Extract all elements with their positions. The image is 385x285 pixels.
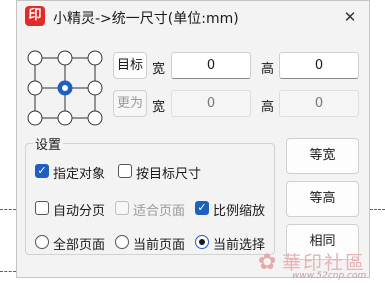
app-logo-icon: 印 (25, 6, 45, 26)
change-to-button[interactable]: 更为 (113, 90, 147, 117)
guide-line-right (370, 209, 385, 210)
proportional-scale-checkbox[interactable]: ✓ (195, 201, 209, 215)
specified-object-checkbox[interactable]: ✓ (35, 164, 49, 178)
all-pages-label[interactable]: 全部页面 (53, 234, 111, 253)
target-height-input[interactable]: 0 (279, 52, 359, 79)
site-watermark: ✿ 華印社區 www.52cnp.com (254, 248, 382, 284)
current-page-radio[interactable] (115, 235, 129, 249)
watermark-logo-icon: ✿ (258, 250, 277, 275)
anchor-bottom-left[interactable] (27, 110, 43, 126)
anchor-bottom-right[interactable] (87, 110, 103, 126)
all-pages-radio[interactable] (35, 235, 49, 249)
equal-width-button[interactable]: 等宽 (286, 138, 359, 174)
close-button[interactable]: ✕ (335, 3, 365, 31)
settings-group-title: 设置 (33, 134, 64, 153)
anchor-center-selected[interactable] (57, 80, 73, 96)
target-width-label: 宽 (152, 62, 166, 77)
fit-page-checkbox[interactable] (115, 201, 129, 215)
change-height-label: 高 (261, 100, 275, 115)
unify-size-dialog: 印 小精灵->统一尺寸(单位:mm) ✕ 目标 宽 0 高 0 更为 宽 0 高… (16, 0, 370, 278)
auto-paging-checkbox[interactable] (35, 201, 49, 215)
auto-paging-label[interactable]: 自动分页 (53, 200, 111, 219)
by-target-size-checkbox[interactable] (118, 164, 132, 178)
watermark-url: www.52cnp.com (292, 271, 367, 281)
title-bar: 印 小精灵->统一尺寸(单位:mm) ✕ (17, 1, 369, 33)
anchor-middle-right[interactable] (87, 80, 103, 96)
fit-page-label[interactable]: 适合页面 (133, 200, 191, 219)
anchor-middle-left[interactable] (27, 80, 43, 96)
anchor-top-left[interactable] (27, 50, 43, 66)
current-selection-radio[interactable] (195, 235, 209, 249)
target-height-label: 高 (261, 62, 275, 77)
alignment-anchor-grid (25, 48, 105, 128)
specified-object-label[interactable]: 指定对象 (53, 163, 115, 182)
anchor-bottom-center[interactable] (57, 110, 73, 126)
equal-height-button[interactable]: 等高 (286, 181, 359, 217)
change-width-label: 宽 (152, 100, 166, 115)
proportional-scale-label[interactable]: 比例缩放 (213, 200, 273, 219)
change-height-input[interactable]: 0 (279, 90, 359, 117)
change-width-input[interactable]: 0 (171, 90, 251, 117)
target-button[interactable]: 目标 (113, 52, 147, 79)
guide-line-left (0, 209, 16, 210)
by-target-size-label[interactable]: 按目标尺寸 (136, 163, 202, 182)
target-width-input[interactable]: 0 (171, 52, 251, 79)
anchor-top-center[interactable] (57, 50, 73, 66)
dialog-title: 小精灵->统一尺寸(单位:mm) (53, 11, 239, 27)
anchor-top-right[interactable] (87, 50, 103, 66)
current-page-label[interactable]: 当前页面 (133, 234, 191, 253)
guide-line-left-lower (0, 271, 16, 272)
